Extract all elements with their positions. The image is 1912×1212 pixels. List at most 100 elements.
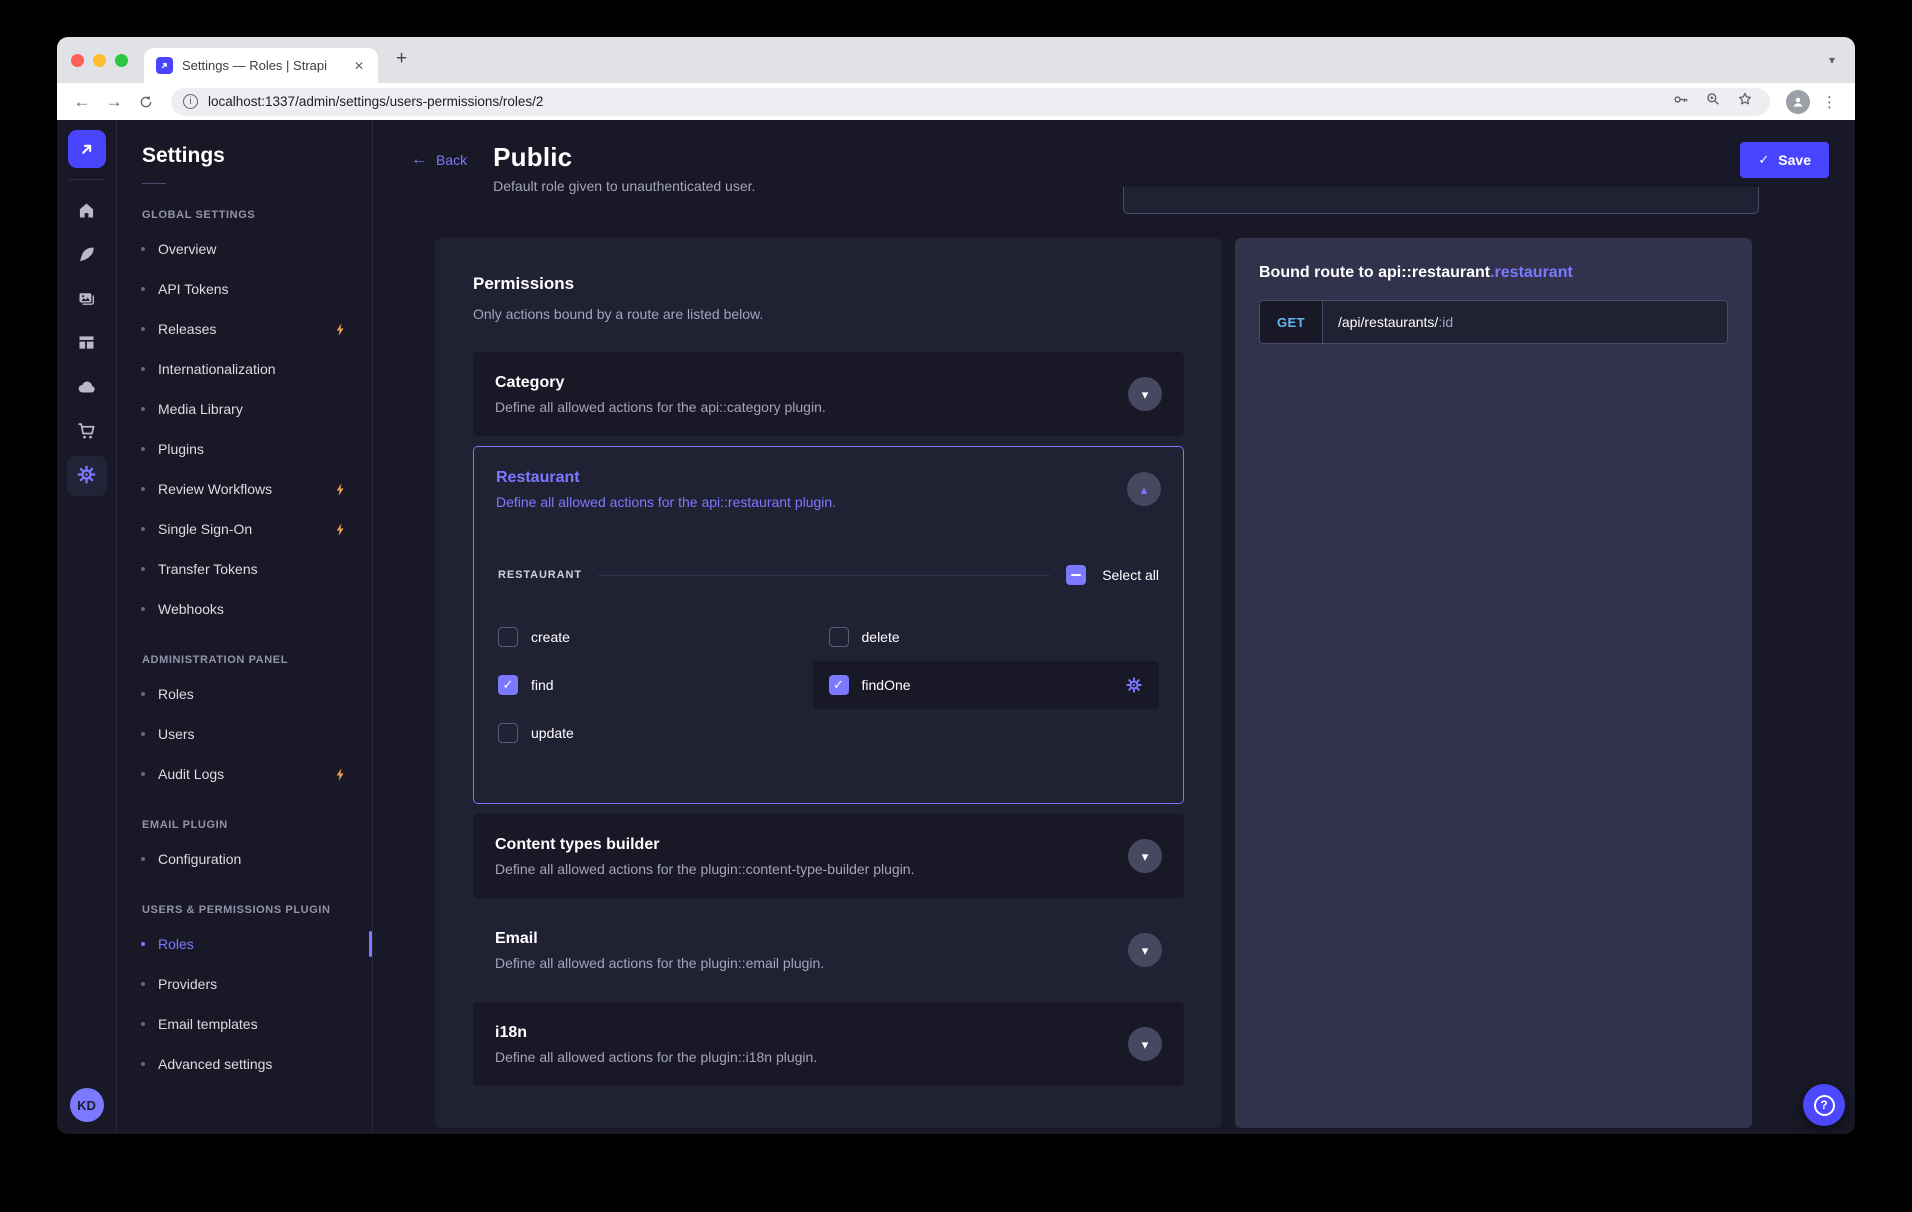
browser-menu-icon[interactable]: ⋮: [1816, 93, 1843, 111]
sidebar-item-label: Single Sign-On: [158, 521, 252, 537]
collapse-accordion-button[interactable]: ▴: [1127, 472, 1161, 506]
chevron-up-icon: ▴: [1141, 483, 1148, 496]
save-button[interactable]: ✓ Save: [1740, 142, 1829, 178]
layout-builder-icon: [76, 332, 97, 356]
sidebar-item-internationalization[interactable]: Internationalization: [141, 349, 348, 389]
sidebar-item-label: Review Workflows: [158, 481, 272, 497]
bound-route-row: GET /api/restaurants/:id: [1259, 300, 1728, 344]
browser-profile-avatar[interactable]: [1786, 90, 1810, 114]
find-checkbox[interactable]: ✓: [498, 675, 518, 695]
create-checkbox[interactable]: [498, 627, 518, 647]
update-checkbox[interactable]: [498, 723, 518, 743]
sidebar-item-plugins[interactable]: Plugins: [141, 429, 348, 469]
browser-tab[interactable]: Settings — Roles | Strapi ✕: [144, 48, 378, 83]
sidebar-item-label: Transfer Tokens: [158, 561, 258, 577]
expand-accordion-button[interactable]: ▾: [1128, 839, 1162, 873]
browser-toolbar: ← → i localhost:1337/admin/settings/user…: [57, 83, 1855, 120]
rail-item-home[interactable]: [67, 192, 107, 232]
page-title: Public: [493, 142, 755, 173]
sidebar-item-configuration[interactable]: Configuration: [141, 839, 348, 879]
zoom-in-icon[interactable]: [1704, 90, 1722, 113]
sidebar-item-webhooks[interactable]: Webhooks: [141, 589, 348, 629]
bookmark-star-icon[interactable]: [1736, 90, 1754, 113]
sidebar-item-review-workflows[interactable]: Review Workflows: [141, 469, 348, 509]
bullet-icon: [141, 247, 145, 251]
sidebar-item-users[interactable]: Users: [141, 714, 348, 754]
expand-accordion-button[interactable]: ▾: [1128, 933, 1162, 967]
bullet-icon: [141, 567, 145, 571]
rail-item-media-images[interactable]: [67, 280, 107, 320]
permissions-subtitle: Only actions bound by a route are listed…: [473, 306, 1184, 322]
sidebar-item-roles[interactable]: Roles: [141, 674, 348, 714]
bullet-icon: [141, 772, 145, 776]
role-description-field-partial[interactable]: [1123, 187, 1759, 214]
page-info-icon[interactable]: i: [183, 94, 198, 109]
rail-item-layout-builder[interactable]: [67, 324, 107, 364]
sidebar-item-single-sign-on[interactable]: Single Sign-On: [141, 509, 348, 549]
rail-item-marketplace-cart[interactable]: [67, 412, 107, 452]
url-text[interactable]: localhost:1337/admin/settings/users-perm…: [208, 94, 1661, 109]
rail-item-cloud[interactable]: [67, 368, 107, 408]
bullet-icon: [141, 327, 145, 331]
accordion-header[interactable]: i18nDefine all allowed actions for the p…: [473, 1002, 1184, 1086]
url-bar[interactable]: i localhost:1337/admin/settings/users-pe…: [171, 88, 1770, 116]
sidebar-item-overview[interactable]: Overview: [141, 229, 348, 269]
sidebar-item-api-tokens[interactable]: API Tokens: [141, 269, 348, 309]
close-tab-icon[interactable]: ✕: [350, 57, 368, 75]
accordion-description: Define all allowed actions for the api::…: [495, 399, 826, 415]
sidebar-item-releases[interactable]: Releases: [141, 309, 348, 349]
select-all-label: Select all: [1102, 567, 1159, 583]
sidebar-item-roles[interactable]: Roles: [141, 924, 348, 964]
tab-list-chevron-icon[interactable]: ▾: [1829, 53, 1835, 67]
sidebar-item-providers[interactable]: Providers: [141, 964, 348, 1004]
sidebar-item-label: Email templates: [158, 1016, 258, 1032]
user-avatar[interactable]: KD: [70, 1088, 104, 1122]
bound-route-heading-accent: .restaurant: [1490, 264, 1573, 281]
back-button[interactable]: ←: [69, 89, 95, 115]
rail-item-feather-pen[interactable]: [67, 236, 107, 276]
select-all-checkbox[interactable]: [1066, 565, 1086, 585]
rail-item-settings-gear[interactable]: [67, 456, 107, 496]
findOne-checkbox[interactable]: ✓: [829, 675, 849, 695]
fullscreen-window-button[interactable]: [115, 54, 128, 67]
main-content: ← Back Public Default role given to unau…: [373, 120, 1855, 1134]
settings-subnav: Settings GLOBAL SETTINGSOverviewAPI Toke…: [117, 120, 373, 1134]
accordion-description: Define all allowed actions for the plugi…: [495, 1049, 817, 1065]
sidebar-item-label: Roles: [158, 686, 194, 702]
browser-tabstrip: Settings — Roles | Strapi ✕ + ▾: [57, 37, 1855, 83]
minimize-window-button[interactable]: [93, 54, 106, 67]
expand-accordion-button[interactable]: ▾: [1128, 377, 1162, 411]
reload-button[interactable]: [133, 89, 159, 115]
permission-action-findone: ✓findOne: [813, 661, 1160, 709]
accordion-header[interactable]: Category Define all allowed actions for t…: [473, 352, 1184, 436]
accordion-header[interactable]: RestaurantDefine all allowed actions for…: [474, 447, 1183, 531]
check-icon: ✓: [1758, 152, 1769, 168]
sidebar-item-audit-logs[interactable]: Audit Logs: [141, 754, 348, 794]
permission-action-label: create: [531, 629, 570, 645]
strapi-logo[interactable]: [68, 130, 106, 168]
accordion-body: RESTAURANTSelect allcreatedelete✓find✓fi…: [474, 531, 1183, 803]
close-window-button[interactable]: [71, 54, 84, 67]
bullet-icon: [141, 982, 145, 986]
marketplace-cart-icon: [76, 420, 98, 445]
accordion-title: Category: [495, 374, 826, 392]
sidebar-item-email-templates[interactable]: Email templates: [141, 1004, 348, 1044]
bound-route-panel: Bound route to api::restaurant.restauran…: [1235, 238, 1752, 1128]
sidebar-item-media-library[interactable]: Media Library: [141, 389, 348, 429]
accordion-header[interactable]: Content types builderDefine all allowed …: [473, 814, 1184, 898]
accordion-header[interactable]: EmailDefine all allowed actions for the …: [473, 908, 1184, 992]
expand-accordion-button[interactable]: ▾: [1128, 1027, 1162, 1061]
bullet-icon: [141, 447, 145, 451]
sidebar-item-advanced-settings[interactable]: Advanced settings: [141, 1044, 348, 1084]
new-tab-button[interactable]: +: [390, 48, 413, 73]
forward-button[interactable]: →: [101, 89, 127, 115]
sidebar-item-label: Advanced settings: [158, 1056, 272, 1072]
password-key-icon[interactable]: [1671, 90, 1690, 114]
divider: [598, 575, 1050, 576]
permission-action-label: update: [531, 725, 574, 741]
sidebar-item-transfer-tokens[interactable]: Transfer Tokens: [141, 549, 348, 589]
advanced-settings-gear-icon[interactable]: [1125, 676, 1143, 694]
help-button[interactable]: ?: [1803, 1084, 1845, 1126]
delete-checkbox[interactable]: [829, 627, 849, 647]
back-link[interactable]: ← Back: [411, 151, 467, 169]
